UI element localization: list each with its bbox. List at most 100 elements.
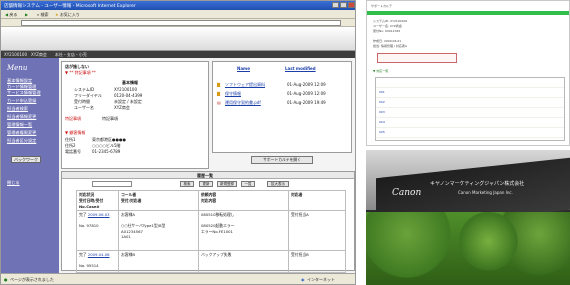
support-line-0: システムID: XY2100100 [373, 19, 408, 23]
window-title: 店舗情報システム - ユーザー情報 - Microsoft Internet E… [4, 4, 136, 9]
file-row[interactable]: ▇ ソフトウェア提出資料 01-Aug-2009 12:09 [217, 82, 349, 88]
support-table-row[interactable]: 005 [379, 130, 385, 134]
col-name-header[interactable]: Name [237, 66, 250, 71]
history-col-request: 依頼内容 対応内容 [198, 190, 289, 211]
notice-link[interactable]: ▼ ** 特記事項 ** [65, 70, 96, 76]
support-table-row[interactable]: 004 [379, 120, 385, 124]
maximize-button[interactable] [340, 2, 347, 8]
row-request-1: 080510移転処理し [201, 212, 235, 217]
support-line-4: 担当: 情報管理 / 対応者A [373, 44, 407, 48]
head-request-sub: 対応内容 [201, 198, 217, 203]
minimize-button[interactable] [332, 2, 339, 8]
history-expand-button[interactable]: 拡大表示 [267, 181, 289, 187]
support-line-1: ユーザー名: XYZ商会 [373, 24, 402, 28]
support-chart-screenshot: サポートカルテ システムID: XY2100100 ユーザー名: XYZ商会 受… [366, 0, 570, 146]
sidebar-item-2[interactable]: サービス情報管理 [7, 90, 41, 96]
close-button[interactable] [348, 2, 355, 8]
status-text: ページが表示されました [10, 277, 54, 282]
browser-toolbar: ◀ 戻る ▶ ⌕ 検索 ★ お気に入り [1, 10, 355, 19]
support-table-row[interactable]: 002 [379, 100, 385, 104]
head-caller-sub: 受付/対応者 [121, 198, 142, 203]
row-owner: 受付担当A [291, 212, 309, 217]
search-label: 検索 [40, 12, 49, 17]
support-table-row[interactable]: 001 [379, 90, 385, 94]
row-number: No. 97810 [79, 223, 99, 228]
folder-icon: ▇ [217, 91, 221, 96]
notice-value: 特記事項 [102, 116, 118, 121]
head-caller: コール者 [121, 192, 137, 197]
row-date-link[interactable]: 2009.06.03 [88, 212, 110, 217]
status-cell: 完了 2009.06.03 No. 97810 [76, 210, 119, 251]
open-support-chart-button[interactable]: サポートカルテを開く [251, 156, 313, 164]
sidebar-item-7[interactable]: 管理者権限変更 [7, 130, 36, 136]
forward-icon: ▶ [25, 12, 29, 17]
history-export-button[interactable]: 一覧 [241, 181, 255, 187]
info-panel: 店が施しない ▼ ** 特記事項 ** 基本情報 システムID XY210010… [61, 61, 209, 169]
row-status: 完了 [79, 252, 87, 257]
file-row[interactable]: ▤ 運用保守契約書.pdf 01-Aug-2009 19:49 [217, 100, 349, 106]
table-row[interactable]: 完了 2009.06.03 No. 97810 お客様A ○○社サーバType1… [76, 210, 346, 251]
progress-bar [367, 11, 569, 15]
file-name[interactable]: 保守情報 [225, 91, 241, 97]
history-search-button[interactable]: 検索 [180, 181, 194, 187]
sidebar-title: Menu [7, 64, 28, 72]
globe-icon: ◉ [301, 277, 305, 282]
back-button[interactable]: ◀ 戻る [3, 11, 19, 18]
row-detail: ○○社サーバType1型/B型 [121, 223, 166, 228]
file-name[interactable]: 運用保守契約書.pdf [225, 100, 261, 106]
search-button[interactable]: ⌕ 検索 [35, 11, 51, 18]
basic-info-title: 基本情報 [122, 80, 138, 85]
history-register-button[interactable]: 新規登録 [217, 181, 237, 187]
customer-row-label-2: 電話番号 [65, 149, 81, 154]
info-row-value-1: 0120-04-4399 [114, 93, 143, 98]
info-row-label-3: ユーザー名 [74, 105, 94, 110]
history-refresh-button[interactable]: 更新 [199, 181, 213, 187]
address-input[interactable] [21, 20, 341, 26]
status-cell: 完了 2009.04.06 No. 95514 [76, 250, 119, 273]
sidebar-item-3[interactable]: カード申込登録 [7, 98, 36, 104]
info-row-value-0: XY2100100 [114, 87, 137, 92]
forward-button[interactable]: ▶ [23, 11, 30, 18]
file-date: 01-Aug-2009 12:09 [287, 82, 326, 87]
sidebar-item-5[interactable]: 担当者情報変更 [7, 114, 36, 120]
back-work-button[interactable]: バックワーク [11, 156, 41, 163]
customer-row-value-2: 01-2345-6789 [92, 149, 121, 154]
history-search-input[interactable] [92, 181, 132, 187]
table-row[interactable]: 完了 2009.04.06 No. 95514 お客様B バックアップ失敗 受付… [76, 250, 346, 273]
row-number: No. 95514 [79, 263, 99, 268]
customer-section-title[interactable]: ▼ 顧客情報 [65, 130, 85, 136]
head-status: 対応状況 [79, 192, 95, 197]
window-titlebar: 店舗情報システム - ユーザー情報 - Microsoft Internet E… [1, 1, 355, 10]
files-panel: Name Last modified ▇ ソフトウェア提出資料 01-Aug-2… [212, 61, 352, 153]
row-date-link[interactable]: 2009.04.06 [88, 252, 110, 257]
history-header-row: 対応状況 受付日時/受付No.Case# コール者 受付/対応者 依頼内容 対応内容 … [76, 190, 346, 211]
address-bar [1, 19, 355, 27]
info-row-value-3: XYZ商会 [114, 105, 130, 110]
back-icon: ◀ [5, 12, 9, 17]
close-link[interactable]: 閉じる [7, 180, 20, 186]
history-table: 対応状況 受付日時/受付No.Case# コール者 受付/対応者 依頼内容 対応内容 … [76, 190, 346, 273]
col-modified-header[interactable]: Last modified [285, 66, 316, 71]
favorites-button[interactable]: ★ お気に入り [53, 11, 82, 18]
owner-cell: 受付担当A [288, 210, 346, 251]
back-label: 戻る [9, 12, 18, 17]
row-caller: お客様B [121, 252, 135, 257]
search-icon: ⌕ [37, 12, 40, 17]
request-cell: 080510移転処理し 080520起動エラー エラーNo.FE1001 [198, 210, 289, 251]
row-status: 完了 [79, 212, 87, 217]
owner-cell: 受付担当B [288, 250, 346, 273]
star-icon: ★ [55, 12, 59, 17]
sidebar-item-4[interactable]: 担当者検索 [7, 106, 28, 112]
status-bar: ● ページが表示されました ◉ インターネット [1, 273, 355, 284]
history-title: 履歴一覧 [197, 173, 213, 178]
app-header [1, 27, 355, 51]
building-photo: Canon キヤノンマーケティングジャパン株式会社 Canon Marketin… [366, 150, 570, 285]
sidebar-item-8[interactable]: 担当者区分設定 [7, 138, 36, 144]
row-request-1: バックアップ失敗 [201, 252, 232, 257]
sidebar-item-6[interactable]: 管理情報一覧 [7, 122, 32, 128]
file-row[interactable]: ▇ 保守情報 01-Aug-2009 12:09 [217, 91, 349, 97]
file-name[interactable]: ソフトウェア提出資料 [225, 82, 265, 88]
support-table-row[interactable]: 003 [379, 110, 385, 114]
folder-icon: ▇ [217, 82, 221, 87]
request-cell: バックアップ失敗 [198, 250, 289, 273]
